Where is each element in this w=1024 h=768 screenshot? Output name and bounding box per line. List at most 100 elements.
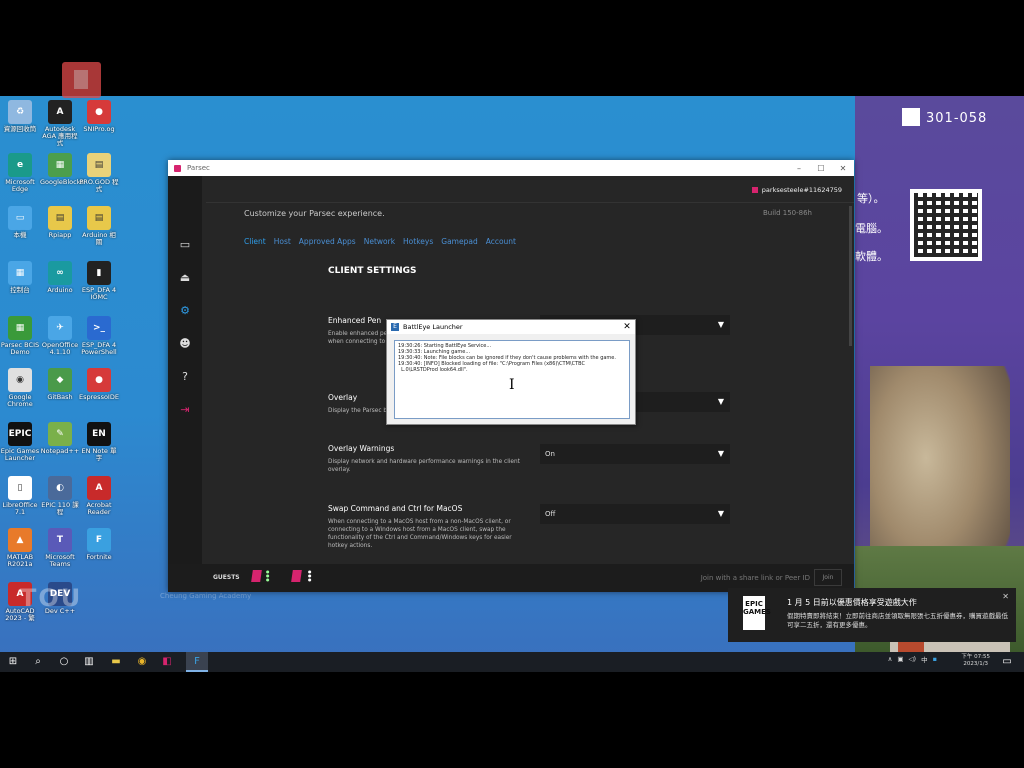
friends-icon[interactable]: ☻ [178,337,192,351]
shortcut-label: SNIPro.og [83,125,115,133]
settings-tabs: Client Host Approved Apps Network Hotkey… [244,237,516,246]
shortcut-icon: ▲ [8,528,32,552]
desktop-shortcut[interactable]: EPIC Epic Games Launcher [0,422,40,462]
shortcut-icon: ✈ [48,316,72,340]
shortcut-label: MATLAB R2021a [6,553,34,568]
help-icon[interactable]: ? [178,370,192,384]
shortcut-label: Epic Games Launcher [0,447,40,462]
shortcut-icon: ∞ [48,261,72,285]
epic-games-logo-icon: EPIC GAMES [743,596,771,630]
close-button[interactable]: ✕ [832,164,854,173]
shortcut-icon: e [8,153,32,177]
guest-status-icon: ● ● ● [266,569,270,582]
desktop-shortcut[interactable]: ● EspressoIDE [79,368,119,401]
desktop-shortcut[interactable]: ♻ 資源回收筒 [0,100,40,133]
shortcut-icon: ◆ [48,368,72,392]
desktop-shortcut[interactable]: ✈ OpenOffice 4.1.10 [40,316,80,356]
battleye-titlebar[interactable]: E BattlEye Launcher ✕ [387,320,635,334]
desktop-shortcut[interactable]: A Autodesk AGA 應用程式 [40,100,80,147]
desktop-shortcut[interactable]: A Acrobat Reader [79,476,119,516]
chevron-up-icon[interactable]: ∧ [888,655,893,663]
tab-client[interactable]: Client [244,237,266,246]
shortcut-icon: A [87,476,111,500]
search-icon[interactable]: ⌕ [31,655,45,669]
desktop-shortcut[interactable]: ✎ Notepad++ [40,422,80,455]
shortcut-icon: T [48,528,72,552]
battleye-title: BattlEye Launcher [403,323,463,331]
username: parksesteele#11624759 [761,186,842,194]
desktop-shortcut[interactable]: T Microsoft Teams [40,528,80,568]
tab-host[interactable]: Host [274,237,291,246]
desktop-shortcut[interactable]: ◉ Google Chrome [0,368,40,408]
close-icon[interactable]: ✕ [1002,592,1009,601]
swap-command-ctrl-dropdown[interactable]: Off ▼ [540,504,730,524]
guest-avatar[interactable] [291,570,302,582]
shortcut-label: Rpiapp [48,231,72,239]
chevron-down-icon: ▼ [717,320,724,329]
desktop-shortcut[interactable]: ◐ EPIC 110 課程 [40,476,80,516]
windows-start-icon[interactable]: ⊞ [6,655,20,669]
maximize-button[interactable]: ☐ [810,164,832,173]
join-button[interactable]: Join [814,569,842,586]
file-explorer-icon[interactable]: ▬ [109,655,123,669]
speaker-icon[interactable]: ◁) [909,655,917,663]
desktop-shortcut[interactable]: F Fortnite [79,528,119,561]
desktop-shortcut[interactable]: ▦ Parsec BCIS Demo [0,316,40,356]
shortcut-icon: ♻ [8,100,32,124]
shortcut-icon: ▮ [87,261,111,285]
network-icon[interactable]: ▣ [897,655,903,663]
tab-hotkeys[interactable]: Hotkeys [403,237,433,246]
ime-indicator[interactable]: 中 [921,654,928,664]
clock[interactable]: 下午 07:55 2023/1/3 [961,654,990,668]
task-view-icon[interactable]: ▥ [82,655,96,669]
tab-gamepad[interactable]: Gamepad [441,237,477,246]
desktop-shortcut[interactable]: >_ ESP_DFA 4 PowerShell [79,316,119,356]
tab-approved-apps[interactable]: Approved Apps [299,237,356,246]
tab-account[interactable]: Account [486,237,516,246]
epic-notification[interactable]: EPIC GAMES 1 月 5 日前以優惠價格享受遊戲大作 假期特賣即將結束！… [728,588,1016,642]
desktop-shortcut[interactable]: ▮ ESP_DFA 4 IOMC [79,261,119,301]
desktop-shortcut[interactable]: ▲ MATLAB R2021a [0,528,40,568]
close-icon[interactable]: ✕ [619,322,635,332]
settings-gear-icon[interactable]: ⚙ [178,304,192,318]
logout-icon[interactable]: ⇥ [178,403,192,417]
desktop-shortcut[interactable]: ● SNIPro.og [79,100,119,133]
desktop-shortcut[interactable]: e Microsoft Edge [0,153,40,193]
desktop-shortcut[interactable]: ▦ GoogleBlocks [40,153,84,186]
join-input[interactable]: Join with a share link or Peer ID [701,574,810,582]
setting-overlay-warnings: Overlay Warnings Display network and har… [328,444,528,474]
desktop-shortcut[interactable]: ▯ LibreOffice 7.1 [0,476,40,516]
overlay-warnings-dropdown[interactable]: On ▼ [540,444,730,464]
desktop-shortcut[interactable]: ▤ Rpiapp [40,206,80,239]
shortcut-icon: ● [87,100,111,124]
desktop-shortcut[interactable]: ◆ GitBash [40,368,80,401]
shortcut-icon: ▭ [8,206,32,230]
parsec-taskbar-icon[interactable]: ◧ [160,655,174,669]
desktop-shortcut[interactable]: ▦ 控制台 [0,261,40,294]
desktop-shortcut[interactable]: ▤ PRO.GOD 程式 [79,153,119,193]
setting-description: When connecting to a MacOS host from a n… [328,519,512,549]
shortcut-label: Arduino 相關 [82,231,116,246]
desktop-shortcut[interactable]: ∞ Arduino [40,261,80,294]
computers-icon[interactable]: ▭ [178,238,192,252]
shortcut-label: PRO.GOD 程式 [79,178,119,193]
app-tray-icon[interactable]: ▪ [933,655,937,663]
minimize-button[interactable]: – [788,164,810,173]
arcade-icon[interactable]: ⏏ [178,271,192,285]
chrome-icon[interactable]: ◉ [135,655,149,669]
parsec-titlebar[interactable]: Parsec – ☐ ✕ [168,160,854,176]
user-badge[interactable]: parksesteele#11624759 [751,186,842,194]
fortnite-icon: F [194,656,200,667]
guest-avatar[interactable] [251,570,262,582]
fortnite-taskbar-button[interactable]: F [186,652,208,672]
desktop-shortcut[interactable]: ▭ 本機 [0,206,40,239]
desktop-shortcut[interactable]: ▤ Arduino 相關 [79,206,119,246]
settings-scrollbar[interactable] [849,206,852,346]
desktop-shortcut[interactable]: EN EN Note 單字 [79,422,119,462]
watermark: TOU [20,584,83,612]
tab-network[interactable]: Network [364,237,395,246]
notification-center-icon[interactable]: ▭ [1000,655,1014,669]
cortana-icon[interactable]: ○ [57,655,71,669]
guests-label: GUESTS [213,574,240,581]
shortcut-icon: ▤ [87,153,111,177]
